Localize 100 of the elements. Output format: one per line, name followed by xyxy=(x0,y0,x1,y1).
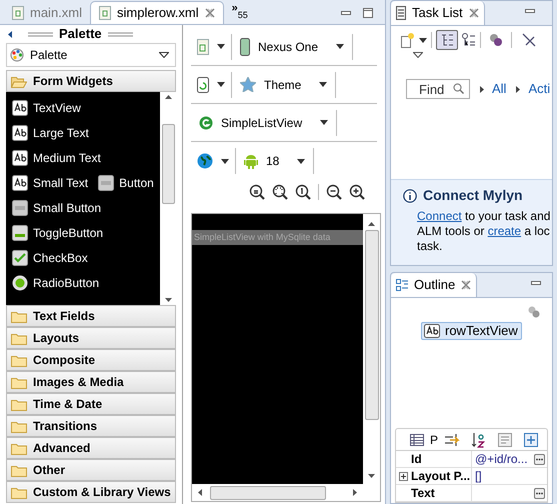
file-icon xyxy=(12,6,24,20)
view-tab[interactable]: Outline xyxy=(391,273,478,297)
caret-icon xyxy=(336,44,344,49)
folder-icon xyxy=(11,310,27,322)
palette-widget[interactable]: Button xyxy=(98,174,154,192)
ellipsis-button[interactable] xyxy=(534,454,545,464)
palette-icon xyxy=(10,48,24,62)
editor-tab[interactable]: simplerow.xml xyxy=(90,1,224,24)
find-field[interactable]: Find xyxy=(406,79,470,99)
category-header[interactable]: Transitions xyxy=(6,415,176,437)
category-header[interactable]: Custom & Library Views xyxy=(6,481,176,503)
scroll-right-icon xyxy=(353,489,357,496)
radio-icon xyxy=(12,274,28,290)
file-icon xyxy=(197,38,209,54)
scroll-up-icon xyxy=(164,95,172,99)
checkbox-icon xyxy=(12,250,28,266)
palette-widget[interactable]: Small Button xyxy=(12,198,102,216)
folder-icon xyxy=(11,486,27,498)
close-icon xyxy=(204,8,215,18)
toolbar-label: P xyxy=(430,432,438,448)
phone-icon xyxy=(240,38,250,56)
palette-widget[interactable]: TextView xyxy=(12,98,81,116)
view-menu-icon xyxy=(413,52,423,58)
category-header[interactable]: Time & Date xyxy=(6,393,176,415)
palette-widget[interactable]: Large Text xyxy=(12,124,89,142)
toggle-icon xyxy=(12,224,28,240)
zoom-out-icon[interactable] xyxy=(326,184,342,200)
minimize-icon xyxy=(524,9,535,13)
text-link[interactable]: Connect xyxy=(417,209,462,223)
minimize-icon xyxy=(341,11,351,15)
categorized-view-button[interactable] xyxy=(436,30,458,50)
text-field-icon xyxy=(12,174,28,190)
hidden-tab-count: 55 xyxy=(238,9,248,22)
connect-text: Connect to your task and ALM tools or create a loc task. xyxy=(417,209,552,254)
caret-icon xyxy=(217,44,225,49)
scrollbar-thumb[interactable] xyxy=(162,124,174,204)
category-header[interactable]: Form Widgets xyxy=(6,70,176,92)
search-icon xyxy=(453,83,464,94)
palette-widget[interactable]: RadioButton xyxy=(12,274,100,292)
text-link[interactable]: create xyxy=(488,224,522,238)
category-header[interactable]: Composite xyxy=(6,349,176,371)
app-title-bar: SimpleListView with MySqlite data xyxy=(192,230,363,245)
activity-icon xyxy=(199,116,213,130)
toolbar-dropdown[interactable]: SimpleListView xyxy=(191,110,338,136)
new-task-icon xyxy=(401,32,415,48)
caret-icon xyxy=(320,120,328,125)
palette-widget[interactable]: ToggleButton xyxy=(12,224,104,242)
palette-widget[interactable]: Medium Text xyxy=(12,148,101,166)
zoom-actual-icon[interactable] xyxy=(295,184,311,200)
info-icon xyxy=(403,188,417,202)
folder-icon xyxy=(11,398,27,410)
folder-icon xyxy=(11,420,27,432)
category-header[interactable]: Other xyxy=(6,459,176,481)
ellipsis-button[interactable] xyxy=(534,488,545,498)
tree-icon xyxy=(440,33,454,47)
scroll-down-icon xyxy=(164,298,172,302)
open-folder-icon xyxy=(11,74,27,88)
category-header[interactable]: Advanced xyxy=(6,437,176,459)
scrollbar-thumb[interactable] xyxy=(364,230,378,420)
close-icon xyxy=(461,280,472,290)
folder-icon xyxy=(11,442,27,454)
palette-widget[interactable]: CheckBox xyxy=(12,248,88,266)
outline-icon xyxy=(396,279,408,291)
zoom-in-icon[interactable] xyxy=(349,184,365,200)
drag-lines-icon xyxy=(108,30,133,38)
toolbar-dropdown[interactable]: Theme xyxy=(232,72,336,98)
editor-tab[interactable]: main.xml xyxy=(4,1,90,24)
view-tab[interactable]: Task List xyxy=(391,1,485,25)
vertical-scrollbar[interactable] xyxy=(160,92,176,305)
filter-link[interactable]: All xyxy=(480,79,506,99)
ok-icon xyxy=(98,174,114,190)
toolbar-dropdown[interactable]: Nexus One xyxy=(232,34,354,60)
scroll-down-icon xyxy=(368,474,375,478)
property-name: Text xyxy=(411,485,435,502)
category-header[interactable]: Text Fields xyxy=(6,305,176,327)
palette-dropdown[interactable]: Palette xyxy=(6,43,176,67)
outline-tree-item[interactable]: rowTextView xyxy=(421,322,522,340)
expand-all-icon xyxy=(524,432,538,446)
property-value: [] xyxy=(475,468,482,485)
property-value: @+id/ro... xyxy=(475,451,528,468)
category-header[interactable]: Layouts xyxy=(6,327,176,349)
collapse-arrow-icon xyxy=(8,30,12,38)
zoom-real-size-icon[interactable] xyxy=(272,184,288,200)
expand-arrow-icon xyxy=(516,86,520,92)
scrollbar-thumb[interactable] xyxy=(210,486,326,500)
palette-widget[interactable]: Small Text xyxy=(12,174,88,192)
caret-icon xyxy=(297,158,306,164)
caret-icon xyxy=(419,38,427,42)
star-icon xyxy=(240,77,256,92)
toolbar-dropdown[interactable]: 18 xyxy=(236,148,314,174)
arrows-icon xyxy=(444,432,460,446)
globe-icon xyxy=(197,153,213,169)
property-name: Layout P... xyxy=(411,468,470,485)
category-header[interactable]: Images & Media xyxy=(6,371,176,393)
zoom-fit-icon[interactable] xyxy=(249,184,265,200)
collapse-all-icon xyxy=(522,33,536,47)
sync-icon xyxy=(528,306,540,318)
filter-link[interactable]: Acti xyxy=(516,79,550,99)
caret-icon xyxy=(221,158,229,164)
scroll-left-icon xyxy=(198,489,202,496)
